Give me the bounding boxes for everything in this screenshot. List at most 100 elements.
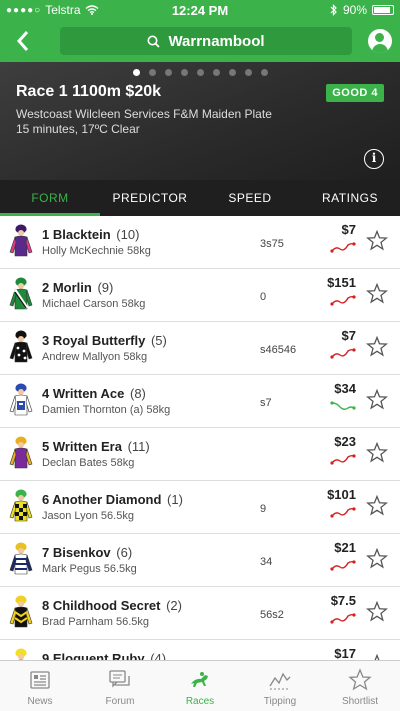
runner-row[interactable]: 2 Morlin (9) Michael Carson 58kg 0 $151 bbox=[0, 269, 400, 322]
race-name: Westcoast Wilcleen Services F&M Maiden P… bbox=[16, 107, 272, 121]
runner-name: 1 Blacktein bbox=[42, 227, 111, 242]
runner-barrier: (4) bbox=[150, 651, 167, 660]
jockey-silks-icon bbox=[9, 489, 33, 522]
runner-name: 9 Eloquent Ruby bbox=[42, 651, 145, 660]
runner-row[interactable]: 8 Childhood Secret (2) Brad Parnham 56.5k… bbox=[0, 587, 400, 640]
pager-dot[interactable] bbox=[164, 69, 172, 76]
tabbar-news-label: News bbox=[27, 696, 53, 707]
runner-barrier: (1) bbox=[167, 492, 183, 507]
tabbar-forum-label: Forum bbox=[105, 696, 135, 707]
odds-trend-icon bbox=[330, 454, 356, 465]
jockey-silks-icon bbox=[9, 224, 33, 257]
pager-dot[interactable] bbox=[196, 69, 204, 76]
tabbar-tipping[interactable]: Tipping bbox=[240, 661, 320, 711]
runner-name: 5 Written Era bbox=[42, 439, 122, 454]
jockey-silks-icon bbox=[9, 383, 33, 416]
chevron-left-icon bbox=[16, 31, 29, 51]
runner-name: 7 Bisenkov bbox=[42, 545, 111, 560]
profile-avatar-button[interactable] bbox=[368, 29, 392, 53]
jockey-silks-icon bbox=[9, 595, 33, 628]
search-field[interactable]: Warrnambool bbox=[60, 27, 352, 55]
runner-name: 6 Another Diamond bbox=[42, 492, 162, 507]
tab-predictor[interactable]: PREDICTOR bbox=[100, 180, 200, 216]
runner-row[interactable]: 4 Written Ace (8) Damien Thornton (a) 58k… bbox=[0, 375, 400, 428]
runner-name: 4 Written Ace bbox=[42, 386, 125, 401]
pager-dot[interactable] bbox=[132, 69, 140, 76]
odds-trend-icon bbox=[330, 507, 356, 518]
runner-barrier: (2) bbox=[166, 598, 182, 613]
runner-row[interactable]: 6 Another Diamond (1) Jason Lyon 56.5kg 9 $… bbox=[0, 481, 400, 534]
runner-form: 0 bbox=[260, 291, 267, 303]
odds-trend-icon bbox=[330, 348, 356, 359]
pager-dot[interactable] bbox=[260, 69, 268, 76]
shortlist-star-icon[interactable] bbox=[366, 389, 388, 411]
runner-row[interactable]: 3 Royal Butterfly (5) Andrew Mallyon 58kg… bbox=[0, 322, 400, 375]
runner-odds[interactable]: $21 bbox=[334, 540, 356, 555]
runner-name: 3 Royal Butterfly bbox=[42, 333, 146, 348]
odds-trend-icon bbox=[330, 401, 356, 410]
pager-dot[interactable] bbox=[212, 69, 220, 76]
pager-dot[interactable] bbox=[180, 69, 188, 76]
back-button[interactable] bbox=[8, 26, 38, 56]
runner-odds[interactable]: $7 bbox=[342, 328, 356, 343]
shortlist-star-icon[interactable] bbox=[366, 230, 388, 252]
runner-odds[interactable]: $7.5 bbox=[331, 593, 356, 608]
pager-dot[interactable] bbox=[244, 69, 252, 76]
odds-trend-icon bbox=[330, 560, 356, 571]
runner-odds[interactable]: $151 bbox=[327, 275, 356, 290]
news-icon bbox=[30, 671, 50, 689]
race-pager[interactable] bbox=[0, 69, 400, 76]
shortlist-star-icon[interactable] bbox=[366, 336, 388, 358]
runner-odds[interactable]: $17 bbox=[334, 646, 356, 660]
runner-form: 56s2 bbox=[260, 609, 284, 621]
nav-bar: Warrnambool bbox=[0, 20, 400, 62]
runner-barrier: (10) bbox=[116, 227, 140, 242]
tipping-chart-icon bbox=[269, 672, 291, 690]
shortlist-star-icon[interactable] bbox=[366, 548, 388, 570]
tabbar-forum[interactable]: Forum bbox=[80, 661, 160, 711]
runner-list[interactable]: 1 Blacktein (10) Holly McKechnie 58kg 3s75… bbox=[0, 216, 400, 660]
tab-ratings[interactable]: RATINGS bbox=[300, 180, 400, 216]
runner-form: 3s75 bbox=[260, 238, 284, 250]
runner-name: 2 Morlin bbox=[42, 280, 92, 295]
runner-row[interactable]: 1 Blacktein (10) Holly McKechnie 58kg 3s75… bbox=[0, 216, 400, 269]
runner-barrier: (8) bbox=[129, 386, 146, 401]
tab-speed[interactable]: SPEED bbox=[200, 180, 300, 216]
odds-trend-icon bbox=[330, 295, 356, 306]
race-header: Race 1 1100m $20k GOOD 4 Westcoast Wilcl… bbox=[0, 62, 400, 180]
tabbar-tipping-label: Tipping bbox=[263, 696, 297, 707]
tabbar-shortlist[interactable]: Shortlist bbox=[320, 661, 400, 711]
battery-icon bbox=[372, 5, 394, 15]
runner-form: s46546 bbox=[260, 344, 297, 356]
bottom-tab-bar: News Forum Races Tipping Shortlist bbox=[0, 660, 400, 711]
runner-odds[interactable]: $34 bbox=[334, 381, 356, 396]
pager-dot[interactable] bbox=[228, 69, 236, 76]
odds-trend-icon bbox=[330, 242, 356, 253]
runner-barrier: (6) bbox=[116, 545, 133, 560]
tabbar-races[interactable]: Races bbox=[160, 661, 240, 711]
tabbar-shortlist-label: Shortlist bbox=[341, 696, 379, 707]
pager-dot[interactable] bbox=[148, 69, 156, 76]
jockey-silks-icon bbox=[9, 277, 33, 310]
tabbar-races-label: Races bbox=[185, 696, 215, 707]
runner-barrier: (11) bbox=[127, 439, 150, 454]
horse-icon bbox=[191, 672, 208, 687]
runner-odds[interactable]: $7 bbox=[342, 222, 356, 237]
shortlist-star-icon[interactable] bbox=[366, 442, 388, 464]
runner-barrier: (9) bbox=[97, 280, 114, 295]
runner-row[interactable]: 5 Written Era (11) Declan Bates 58kg $23 bbox=[0, 428, 400, 481]
runner-odds[interactable]: $101 bbox=[327, 487, 356, 502]
clock: 12:24 PM bbox=[171, 2, 229, 18]
runner-row[interactable]: 7 Bisenkov (6) Mark Pegus 56.5kg 34 $21 bbox=[0, 534, 400, 587]
search-text: Warrnambool bbox=[168, 32, 265, 50]
forum-icon bbox=[109, 670, 130, 688]
tabbar-news[interactable]: News bbox=[0, 661, 80, 711]
shortlist-star-icon[interactable] bbox=[366, 601, 388, 623]
jockey-silks-icon bbox=[9, 436, 33, 469]
shortlist-star-icon[interactable] bbox=[366, 495, 388, 517]
tab-form[interactable]: FORM bbox=[0, 180, 100, 216]
shortlist-star-icon[interactable] bbox=[366, 283, 388, 305]
info-icon[interactable]: i bbox=[364, 149, 384, 169]
runner-row[interactable]: 9 Eloquent Ruby (4)Dean Holland 56.5kg$1… bbox=[0, 640, 400, 660]
runner-odds[interactable]: $23 bbox=[334, 434, 356, 449]
